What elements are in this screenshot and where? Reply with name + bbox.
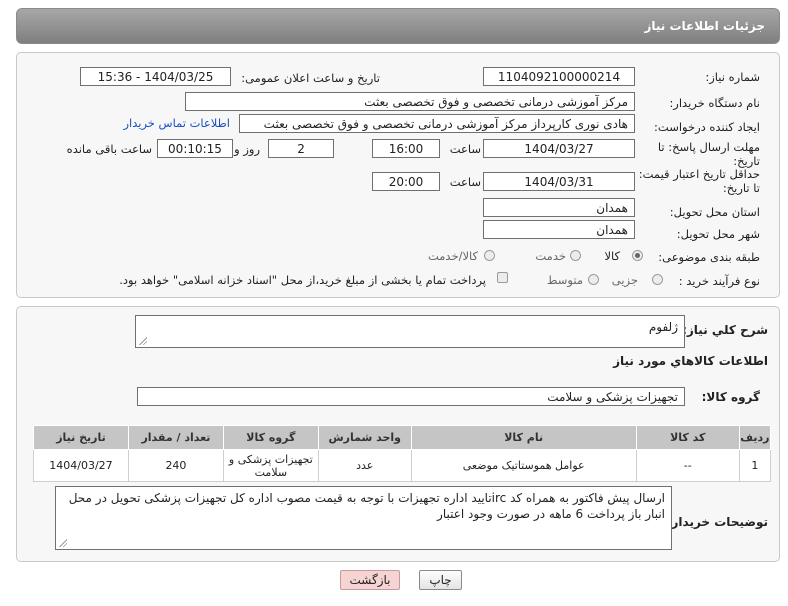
deadline-label: مهلت ارسال پاسخ: تا تاریخ: — [657, 140, 760, 168]
payment-note: پرداخت تمام یا بخشی از مبلغ خرید،از محل … — [119, 273, 486, 287]
buyer-notes-text: ارسال پیش فاکتور به همراه کد ircتایید اد… — [68, 491, 665, 521]
remaining-label: ساعت باقی مانده — [66, 142, 152, 156]
province-label: استان محل تحویل: — [669, 205, 760, 219]
category-radio-service[interactable] — [570, 250, 581, 261]
days-field: 2 — [268, 139, 334, 158]
buyer-org-label: نام دستگاه خریدار: — [669, 96, 760, 110]
col-date: تاریخ نیاز — [33, 425, 129, 450]
buyer-notes-textarea[interactable]: ارسال پیش فاکتور به همراه کد ircتایید اد… — [55, 486, 672, 550]
validity-date-field: 1404/03/31 — [483, 172, 635, 191]
creator-field: هادی نوری کارپرداز مرکز آموزشی درمانی تخ… — [239, 114, 635, 133]
cell-unit: عدد — [317, 449, 412, 482]
city-label: شهر محل تحویل: — [676, 227, 760, 241]
table-row: 1 -- عوامل هموستاتیک موضعی عدد تجهیزات پ… — [33, 449, 772, 482]
cell-group: تجهیزات پزشکی و سلامت — [222, 449, 319, 482]
announce-label: تاریخ و ساعت اعلان عمومی: — [241, 71, 380, 85]
validity-label: حداقل تاریخ اعتبار قیمت: تا تاریخ: — [638, 167, 760, 195]
deadline-time-field: 16:00 — [372, 139, 440, 158]
page-header: جزئیات اطلاعات نیاز — [16, 8, 780, 44]
creator-label: ایجاد کننده درخواست: — [654, 120, 760, 134]
city-field: همدان — [483, 220, 635, 239]
page-title: جزئیات اطلاعات نیاز — [644, 19, 765, 33]
back-button[interactable]: بازگشت — [340, 570, 400, 590]
category-radio-goods[interactable] — [632, 250, 643, 261]
announce-field: 1404/03/25 - 15:36 — [80, 67, 231, 86]
need-number-label: شماره نیاز: — [705, 70, 760, 84]
summary-textarea[interactable]: ژلفوم — [135, 315, 685, 348]
buyer-org-field: مرکز آموزشی درمانی تخصصی و فوق تخصصی بعث… — [185, 92, 635, 111]
table-header-row: ردیف کد کالا نام کالا واحد شمارش گروه کا… — [33, 425, 772, 450]
cell-name: عوامل هموستاتیک موضعی — [410, 449, 637, 482]
col-unit: واحد شمارش — [317, 425, 412, 450]
validity-time-field: 20:00 — [372, 172, 440, 191]
process-radio-medium[interactable] — [588, 274, 599, 285]
cell-date: 1404/03/27 — [33, 449, 129, 482]
days-label: روز و — [234, 142, 260, 156]
col-group: گروه کالا — [222, 425, 319, 450]
category-label: طبقه بندی موضوعی: — [658, 250, 760, 264]
col-name: نام کالا — [410, 425, 637, 450]
process-option-minor: جزیی — [611, 273, 638, 287]
col-row: ردیف — [738, 425, 772, 450]
goods-table: ردیف کد کالا نام کالا واحد شمارش گروه کا… — [33, 425, 772, 482]
cell-code: -- — [635, 449, 740, 482]
cell-row: 1 — [738, 449, 772, 482]
deadline-date-field: 1404/03/27 — [483, 139, 635, 158]
category-radio-goods-service[interactable] — [484, 250, 495, 261]
validity-time-label: ساعت — [449, 175, 481, 189]
resize-grip-icon[interactable] — [59, 539, 67, 547]
category-option-goods: کالا — [604, 249, 620, 263]
process-label: نوع فرآیند خرید : — [678, 274, 760, 288]
cell-quantity: 240 — [127, 449, 224, 482]
province-field: همدان — [483, 198, 635, 217]
summary-label: شرح کلي نياز: — [682, 323, 768, 337]
goods-group-label: گروه کالا: — [701, 390, 760, 404]
col-quantity: تعداد / مقدار — [127, 425, 224, 450]
need-number-field: 1104092100000214 — [483, 67, 635, 86]
print-button[interactable]: چاپ — [419, 570, 462, 590]
buyer-contact-link[interactable]: اطلاعات تماس خریدار — [123, 116, 230, 130]
deadline-time-label: ساعت — [449, 142, 481, 156]
summary-text: ژلفوم — [648, 320, 678, 334]
buyer-notes-label: توضیحات خریدار: — [666, 515, 768, 529]
goods-section-title: اطلاعات کالاهاي مورد نياز — [613, 354, 768, 368]
remaining-field: 00:10:15 — [157, 139, 233, 158]
resize-grip-icon[interactable] — [139, 337, 147, 345]
category-option-goods-service: کالا/خدمت — [427, 249, 478, 263]
payment-checkbox[interactable] — [497, 272, 508, 283]
process-option-medium: متوسط — [546, 273, 583, 287]
process-radio-minor[interactable] — [652, 274, 663, 285]
goods-group-field: تجهیزات پزشکی و سلامت — [137, 387, 685, 406]
col-code: کد کالا — [635, 425, 740, 450]
category-option-service: خدمت — [535, 249, 566, 263]
